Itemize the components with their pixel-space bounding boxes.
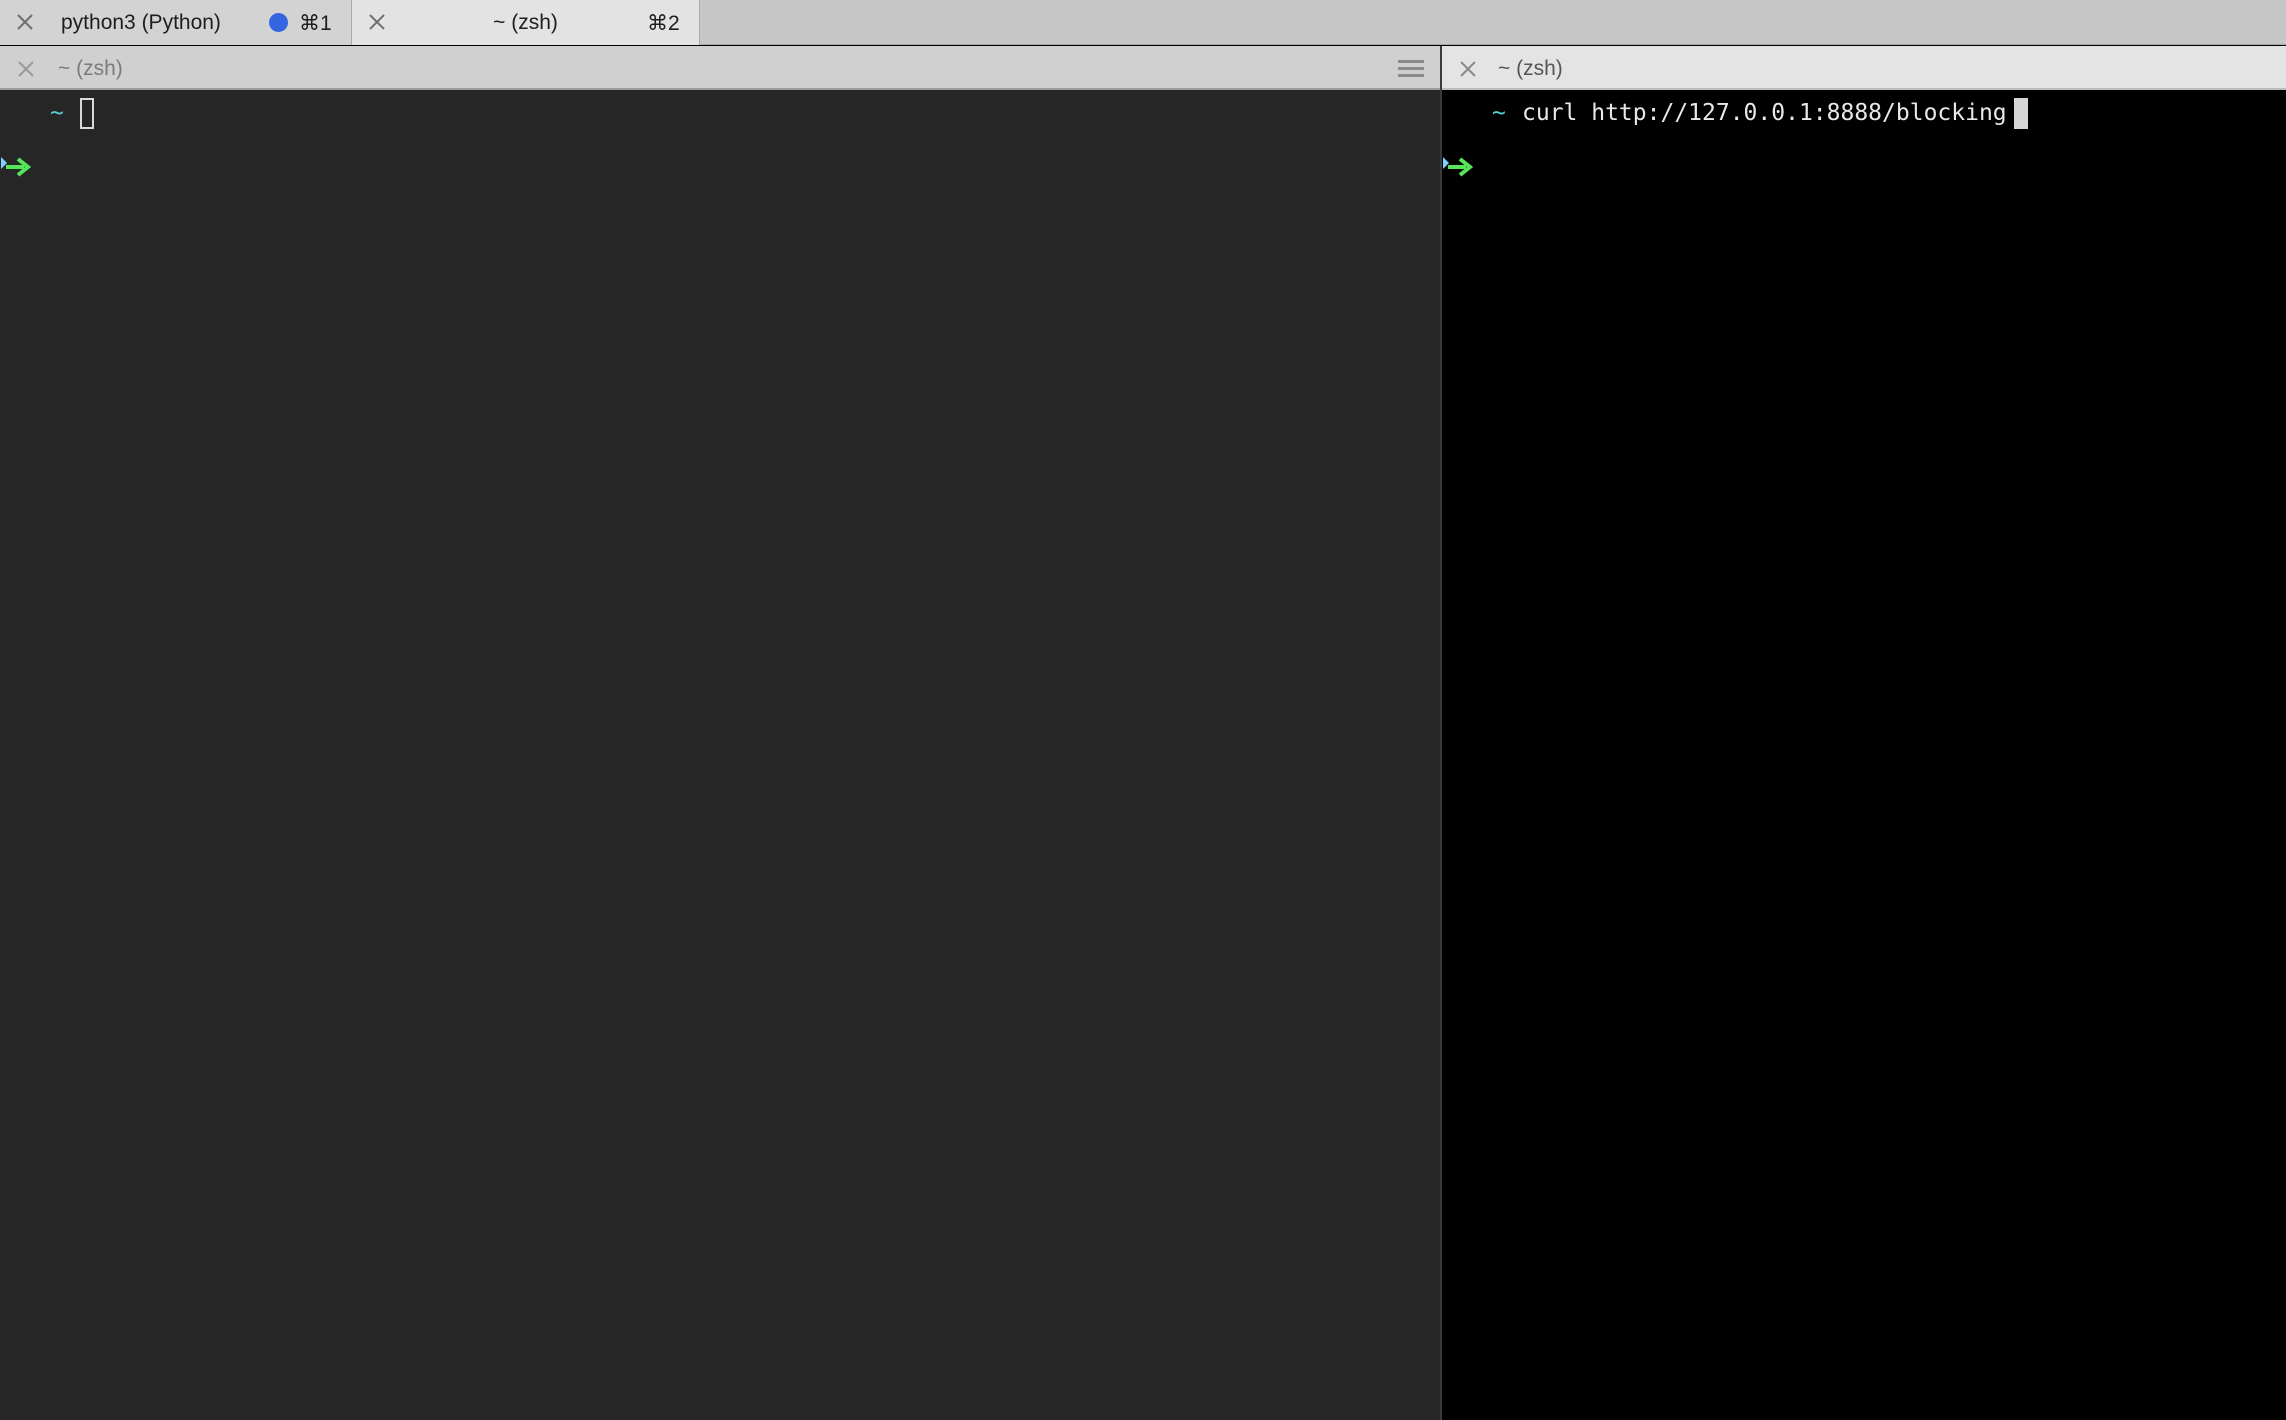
pane-header: ~ (zsh) (1442, 46, 2286, 90)
prompt-arrow-icon (1442, 102, 1476, 177)
text-cursor (2014, 98, 2028, 129)
terminal-output[interactable]: ~ curl http://127.0.0.1:8888/blocking (1442, 92, 2286, 1420)
tab-python3[interactable]: python3 (Python) ⌘1 (0, 0, 352, 45)
pane-header: ~ (zsh) (0, 46, 1440, 90)
terminal-output[interactable]: ~ (0, 92, 1440, 1420)
close-icon[interactable] (17, 60, 35, 78)
close-icon[interactable] (16, 13, 34, 31)
prompt-line: ~ (0, 98, 94, 177)
close-icon[interactable] (1459, 60, 1477, 78)
tab-title: python3 (Python) (61, 11, 221, 34)
tab-bar: python3 (Python) ⌘1 ~ (zsh) ⌘2 (0, 0, 2286, 45)
tab-shortcut: ⌘1 (299, 12, 332, 35)
tab-shortcut: ⌘2 (647, 12, 680, 35)
pane-title: ~ (zsh) (58, 57, 123, 80)
prompt-line: ~ curl http://127.0.0.1:8888/blocking (1442, 98, 2028, 177)
text-cursor (80, 98, 94, 129)
terminal-pane-right[interactable]: ~ (zsh) ~ curl http://127.0.0.1:8888/blo… (1440, 46, 2286, 1420)
prompt-arrow-icon (0, 102, 34, 177)
command-text: curl http://127.0.0.1:8888/blocking (1522, 100, 2007, 126)
terminal-pane-left[interactable]: ~ (zsh) ~ (0, 46, 1440, 1420)
activity-indicator-icon (269, 13, 288, 32)
prompt-directory: ~ (1492, 100, 1506, 126)
prompt-directory: ~ (50, 100, 64, 126)
menu-icon[interactable] (1398, 60, 1424, 80)
pane-title: ~ (zsh) (1498, 57, 1563, 80)
